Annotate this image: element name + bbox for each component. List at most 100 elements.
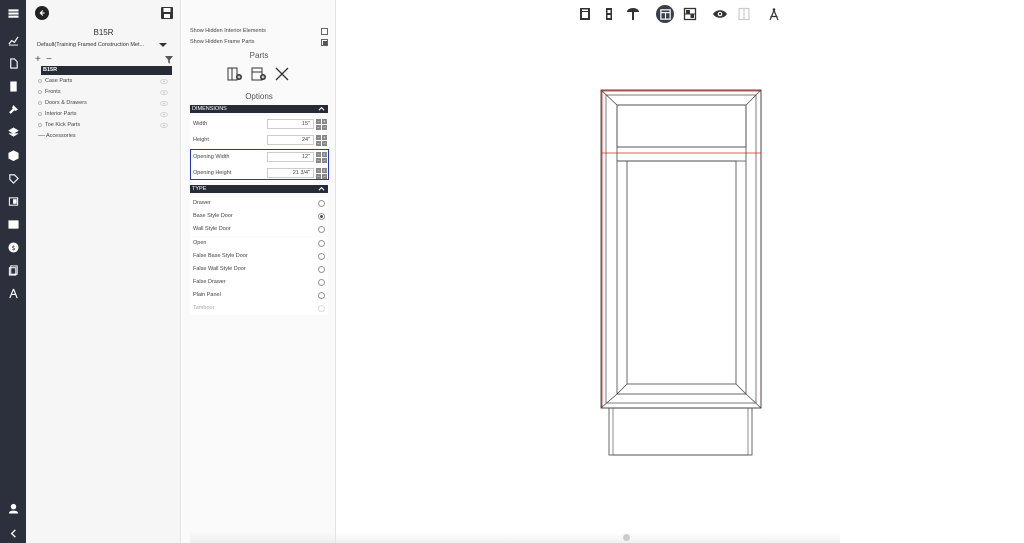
construction-method-select[interactable]: Default(Training Framed Construction Met… bbox=[35, 40, 173, 51]
door-icon[interactable] bbox=[5, 193, 21, 209]
show-hidden-interior-label: Show Hidden Interior Elements bbox=[190, 28, 266, 34]
eye-icon[interactable] bbox=[160, 90, 168, 95]
chevron-up-icon[interactable] bbox=[318, 186, 325, 191]
drafting-tool-button[interactable] bbox=[765, 5, 783, 23]
door-outer bbox=[616, 104, 747, 395]
collapse-icon[interactable] bbox=[5, 525, 21, 541]
minus-icon[interactable]: − bbox=[316, 125, 321, 130]
plus-icon[interactable]: + bbox=[322, 135, 327, 140]
drafting-icon[interactable] bbox=[5, 285, 21, 301]
dimension-row-height: Height 24" − + − − bbox=[190, 132, 328, 148]
box-icon[interactable] bbox=[5, 147, 21, 163]
document-icon[interactable] bbox=[5, 55, 21, 71]
type-radio[interactable] bbox=[318, 240, 325, 247]
width-input[interactable]: 15" bbox=[267, 119, 314, 129]
menu-icon[interactable] bbox=[5, 5, 21, 21]
frame-view-button[interactable] bbox=[656, 5, 674, 23]
cabinet-side-view-button[interactable] bbox=[600, 5, 618, 23]
plus-icon[interactable]: + bbox=[322, 119, 327, 124]
tag-icon[interactable] bbox=[5, 170, 21, 186]
eye-icon[interactable] bbox=[160, 123, 168, 128]
type-radio[interactable] bbox=[318, 226, 325, 233]
tree-item[interactable]: Toe Kick Parts bbox=[38, 121, 172, 130]
grid-icon[interactable] bbox=[5, 216, 21, 232]
type-option[interactable]: False Base Style Door bbox=[190, 250, 328, 263]
tree-item-label: Toe Kick Parts bbox=[45, 122, 81, 128]
cabinet-front-view-button[interactable] bbox=[576, 5, 594, 23]
hardware-button[interactable] bbox=[624, 5, 642, 23]
dimensions-header[interactable]: DIMENSIONS bbox=[190, 105, 328, 113]
user-icon[interactable] bbox=[5, 500, 21, 516]
type-option[interactable]: False Drawer bbox=[190, 276, 328, 289]
minus-icon[interactable]: − bbox=[322, 125, 327, 130]
type-option[interactable]: False Wall Style Door bbox=[190, 263, 328, 276]
type-radio[interactable] bbox=[318, 200, 325, 207]
type-radio[interactable] bbox=[318, 279, 325, 286]
type-option[interactable]: Plain Panel bbox=[190, 289, 328, 302]
show-hidden-frame-checkbox[interactable] bbox=[321, 39, 328, 46]
type-option-label: Wall Style Door bbox=[193, 226, 231, 232]
type-option[interactable]: Base Style Door bbox=[190, 210, 328, 223]
book-icon[interactable] bbox=[5, 78, 21, 94]
show-hidden-interior-checkbox[interactable] bbox=[321, 28, 328, 35]
app: $ B15R Default(Training Framed Construct… bbox=[0, 0, 1024, 543]
scroll-indicator[interactable] bbox=[623, 534, 630, 541]
layout-view-button[interactable] bbox=[681, 5, 699, 23]
tree-item[interactable]: Fronts bbox=[38, 88, 172, 97]
tree-root[interactable]: B15R bbox=[41, 66, 172, 75]
dollar-icon[interactable]: $ bbox=[5, 239, 21, 255]
eye-icon[interactable] bbox=[160, 79, 168, 84]
chevron-up-icon[interactable] bbox=[318, 106, 325, 111]
tree-item[interactable]: Accessories bbox=[38, 132, 172, 141]
report-icon[interactable] bbox=[5, 262, 21, 278]
expand-all-button[interactable]: + bbox=[35, 55, 41, 65]
show-hidden-interior-row[interactable]: Show Hidden Interior Elements bbox=[190, 27, 328, 36]
width-stepper[interactable]: − + − − bbox=[316, 119, 327, 130]
add-component-button[interactable] bbox=[251, 67, 267, 81]
back-button[interactable] bbox=[35, 6, 49, 20]
type-radio[interactable] bbox=[318, 292, 325, 299]
bevel-line bbox=[600, 89, 618, 106]
cabinet-drawing[interactable] bbox=[595, 85, 765, 460]
panel-view-button[interactable] bbox=[735, 5, 753, 23]
type-option: Tambour bbox=[190, 302, 328, 315]
tree-node-icon bbox=[38, 111, 42, 116]
tree-item[interactable]: Interior Parts bbox=[38, 110, 172, 119]
properties-panel: Show Hidden Interior Elements Show Hidde… bbox=[182, 0, 336, 543]
type-radio[interactable] bbox=[318, 213, 325, 220]
type-header[interactable]: TYPE bbox=[190, 185, 328, 193]
tools-icon[interactable] bbox=[5, 101, 21, 117]
type-option[interactable]: Wall Style Door bbox=[190, 223, 328, 236]
add-part-icon bbox=[227, 67, 242, 81]
chart-icon[interactable] bbox=[5, 32, 21, 48]
type-option[interactable]: Drawer bbox=[190, 197, 328, 210]
layers-icon[interactable] bbox=[5, 124, 21, 140]
layout-icon bbox=[683, 7, 697, 21]
collapse-all-button[interactable]: − bbox=[46, 55, 52, 65]
tree-item-label: Accessories bbox=[46, 133, 76, 139]
eye-icon[interactable] bbox=[160, 101, 168, 106]
minus-icon[interactable]: − bbox=[316, 141, 321, 146]
save-button[interactable] bbox=[160, 6, 174, 20]
chevron-down-icon[interactable] bbox=[159, 43, 167, 47]
height-stepper[interactable]: − + − − bbox=[316, 135, 327, 146]
type-option[interactable]: Open bbox=[190, 237, 328, 250]
dimensions-label: DIMENSIONS bbox=[192, 106, 227, 112]
minus-icon[interactable]: − bbox=[316, 119, 321, 124]
eye-icon[interactable] bbox=[160, 112, 168, 117]
add-part-button[interactable] bbox=[227, 67, 243, 81]
bevel-line bbox=[600, 393, 618, 409]
type-radio[interactable] bbox=[318, 266, 325, 273]
show-hidden-frame-row[interactable]: Show Hidden Frame Parts bbox=[190, 38, 328, 47]
minus-icon[interactable]: − bbox=[322, 141, 327, 146]
minus-icon[interactable]: − bbox=[316, 135, 321, 140]
tree-node-icon bbox=[38, 100, 42, 105]
type-radio[interactable] bbox=[318, 253, 325, 260]
visibility-button[interactable] bbox=[711, 5, 729, 23]
tree-item[interactable]: Case Parts bbox=[38, 77, 172, 86]
tree-node-icon bbox=[38, 122, 42, 127]
tree-item[interactable]: Doors & Drawers bbox=[38, 99, 172, 108]
delete-part-button[interactable] bbox=[274, 67, 290, 81]
filter-icon[interactable] bbox=[165, 56, 173, 64]
height-input[interactable]: 24" bbox=[267, 135, 314, 145]
